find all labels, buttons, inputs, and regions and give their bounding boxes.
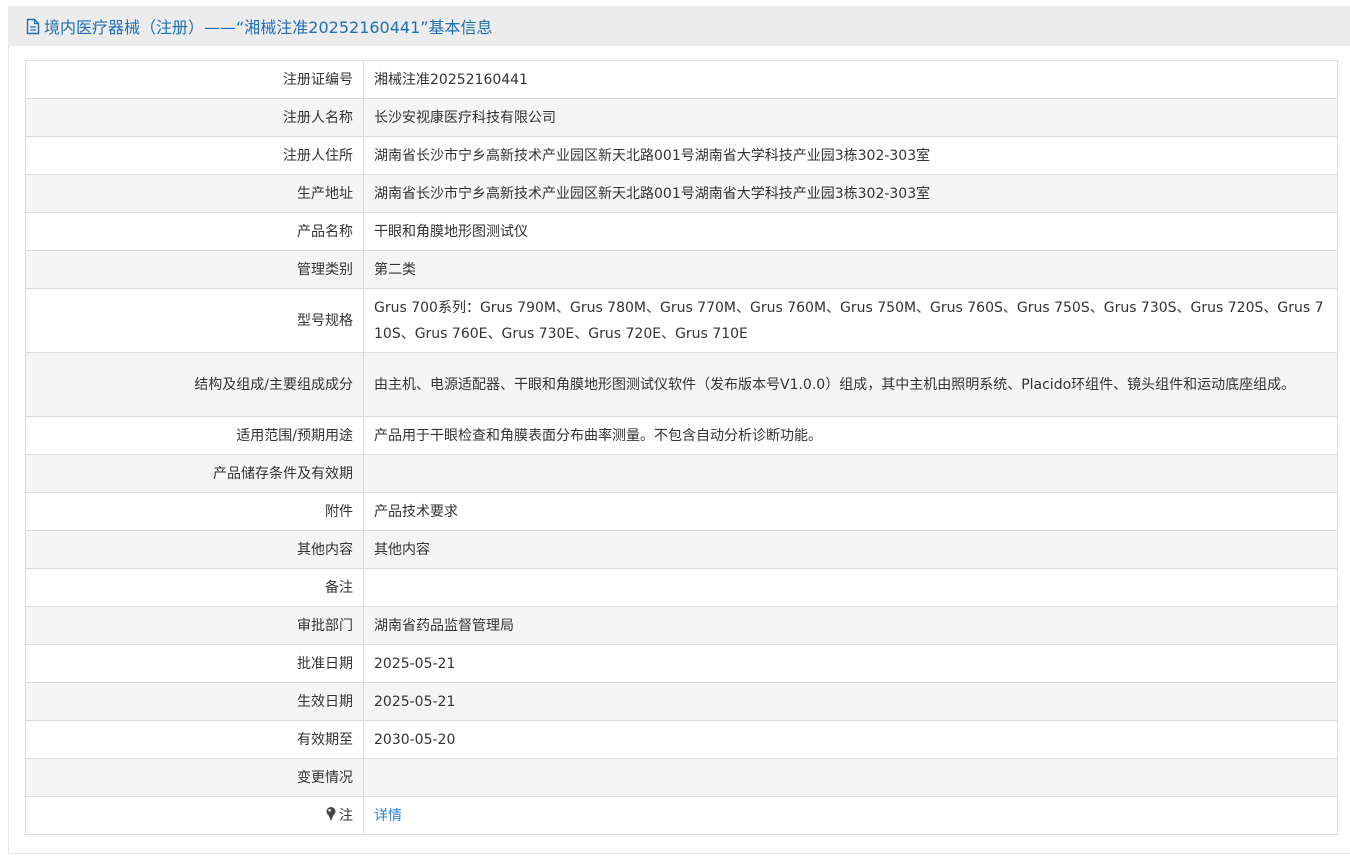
- row-value: 湖南省长沙市宁乡高新技术产业园区新天北路001号湖南省大学科技产业园3栋302-…: [363, 174, 1338, 213]
- row-label: 备注: [25, 568, 364, 607]
- table-row: 批准日期 2025-05-21: [25, 644, 1338, 683]
- table-row: 结构及组成/主要组成成分 由主机、电源适配器、干眼和角膜地形图测试仪软件（发布版…: [25, 352, 1338, 417]
- note-label-cell: 注: [25, 796, 364, 835]
- panel-body: 注册证编号 湘械注准20252160441 注册人名称 长沙安视康医疗科技有限公…: [8, 46, 1350, 854]
- table-row: 型号规格 Grus 700系列：Grus 790M、Grus 780M、Grus…: [25, 288, 1338, 353]
- row-value: 长沙安视康医疗科技有限公司: [363, 98, 1338, 137]
- row-label: 产品名称: [25, 212, 364, 251]
- table-row: 附件 产品技术要求: [25, 492, 1338, 531]
- row-value: 第二类: [363, 250, 1338, 289]
- table-row: 备注: [25, 568, 1338, 607]
- note-label: 注: [339, 807, 353, 824]
- table-row: 有效期至 2030-05-20: [25, 720, 1338, 759]
- row-label: 注册证编号: [25, 60, 364, 99]
- row-value: 2030-05-20: [363, 720, 1338, 759]
- row-label: 管理类别: [25, 250, 364, 289]
- info-table: 注册证编号 湘械注准20252160441 注册人名称 长沙安视康医疗科技有限公…: [25, 60, 1338, 835]
- row-label: 结构及组成/主要组成成分: [25, 352, 364, 417]
- table-row: 管理类别 第二类: [25, 250, 1338, 289]
- table-row: 生效日期 2025-05-21: [25, 682, 1338, 721]
- row-label: 变更情况: [25, 758, 364, 797]
- row-value: 详情: [363, 796, 1338, 835]
- row-label: 适用范围/预期用途: [25, 416, 364, 455]
- row-value: Grus 700系列：Grus 790M、Grus 780M、Grus 770M…: [363, 288, 1338, 353]
- row-value: [363, 454, 1338, 493]
- table-row: 产品名称 干眼和角膜地形图测试仪: [25, 212, 1338, 251]
- table-row: 适用范围/预期用途 产品用于干眼检查和角膜表面分布曲率测量。不包含自动分析诊断功…: [25, 416, 1338, 455]
- table-row: 变更情况: [25, 758, 1338, 797]
- row-label: 型号规格: [25, 288, 364, 353]
- row-value: 其他内容: [363, 530, 1338, 569]
- table-row: 生产地址 湖南省长沙市宁乡高新技术产业园区新天北路001号湖南省大学科技产业园3…: [25, 174, 1338, 213]
- table-row: 注 详情: [25, 796, 1338, 835]
- details-link[interactable]: 详情: [374, 808, 402, 824]
- row-value: [363, 568, 1338, 607]
- row-value: 2025-05-21: [363, 644, 1338, 683]
- page-title: 境内医疗器械（注册）——“湘械注准20252160441”基本信息: [44, 18, 493, 37]
- row-label: 其他内容: [25, 530, 364, 569]
- table-row: 注册人名称 长沙安视康医疗科技有限公司: [25, 98, 1338, 137]
- row-label: 生产地址: [25, 174, 364, 213]
- row-value: 干眼和角膜地形图测试仪: [363, 212, 1338, 251]
- row-value: 湘械注准20252160441: [363, 60, 1338, 99]
- row-value: 2025-05-21: [363, 682, 1338, 721]
- row-label: 附件: [25, 492, 364, 531]
- document-icon: [26, 18, 40, 35]
- row-label: 批准日期: [25, 644, 364, 683]
- panel-header: 境内医疗器械（注册）——“湘械注准20252160441”基本信息: [8, 6, 1350, 46]
- row-label: 产品储存条件及有效期: [25, 454, 364, 493]
- row-label: 生效日期: [25, 682, 364, 721]
- row-label: 注册人住所: [25, 136, 364, 175]
- row-value: 由主机、电源适配器、干眼和角膜地形图测试仪软件（发布版本号V1.0.0）组成，其…: [363, 352, 1338, 417]
- row-label: 注册人名称: [25, 98, 364, 137]
- table-row: 注册人住所 湖南省长沙市宁乡高新技术产业园区新天北路001号湖南省大学科技产业园…: [25, 136, 1338, 175]
- map-pin-icon: [325, 805, 337, 821]
- table-row: 其他内容 其他内容: [25, 530, 1338, 569]
- row-label: 有效期至: [25, 720, 364, 759]
- row-value: 湖南省长沙市宁乡高新技术产业园区新天北路001号湖南省大学科技产业园3栋302-…: [363, 136, 1338, 175]
- row-value: 产品技术要求: [363, 492, 1338, 531]
- row-label: 审批部门: [25, 606, 364, 645]
- row-value: 产品用于干眼检查和角膜表面分布曲率测量。不包含自动分析诊断功能。: [363, 416, 1338, 455]
- table-row: 审批部门 湖南省药品监督管理局: [25, 606, 1338, 645]
- row-value: [363, 758, 1338, 797]
- row-value: 湖南省药品监督管理局: [363, 606, 1338, 645]
- table-row: 注册证编号 湘械注准20252160441: [25, 60, 1338, 99]
- table-row: 产品储存条件及有效期: [25, 454, 1338, 493]
